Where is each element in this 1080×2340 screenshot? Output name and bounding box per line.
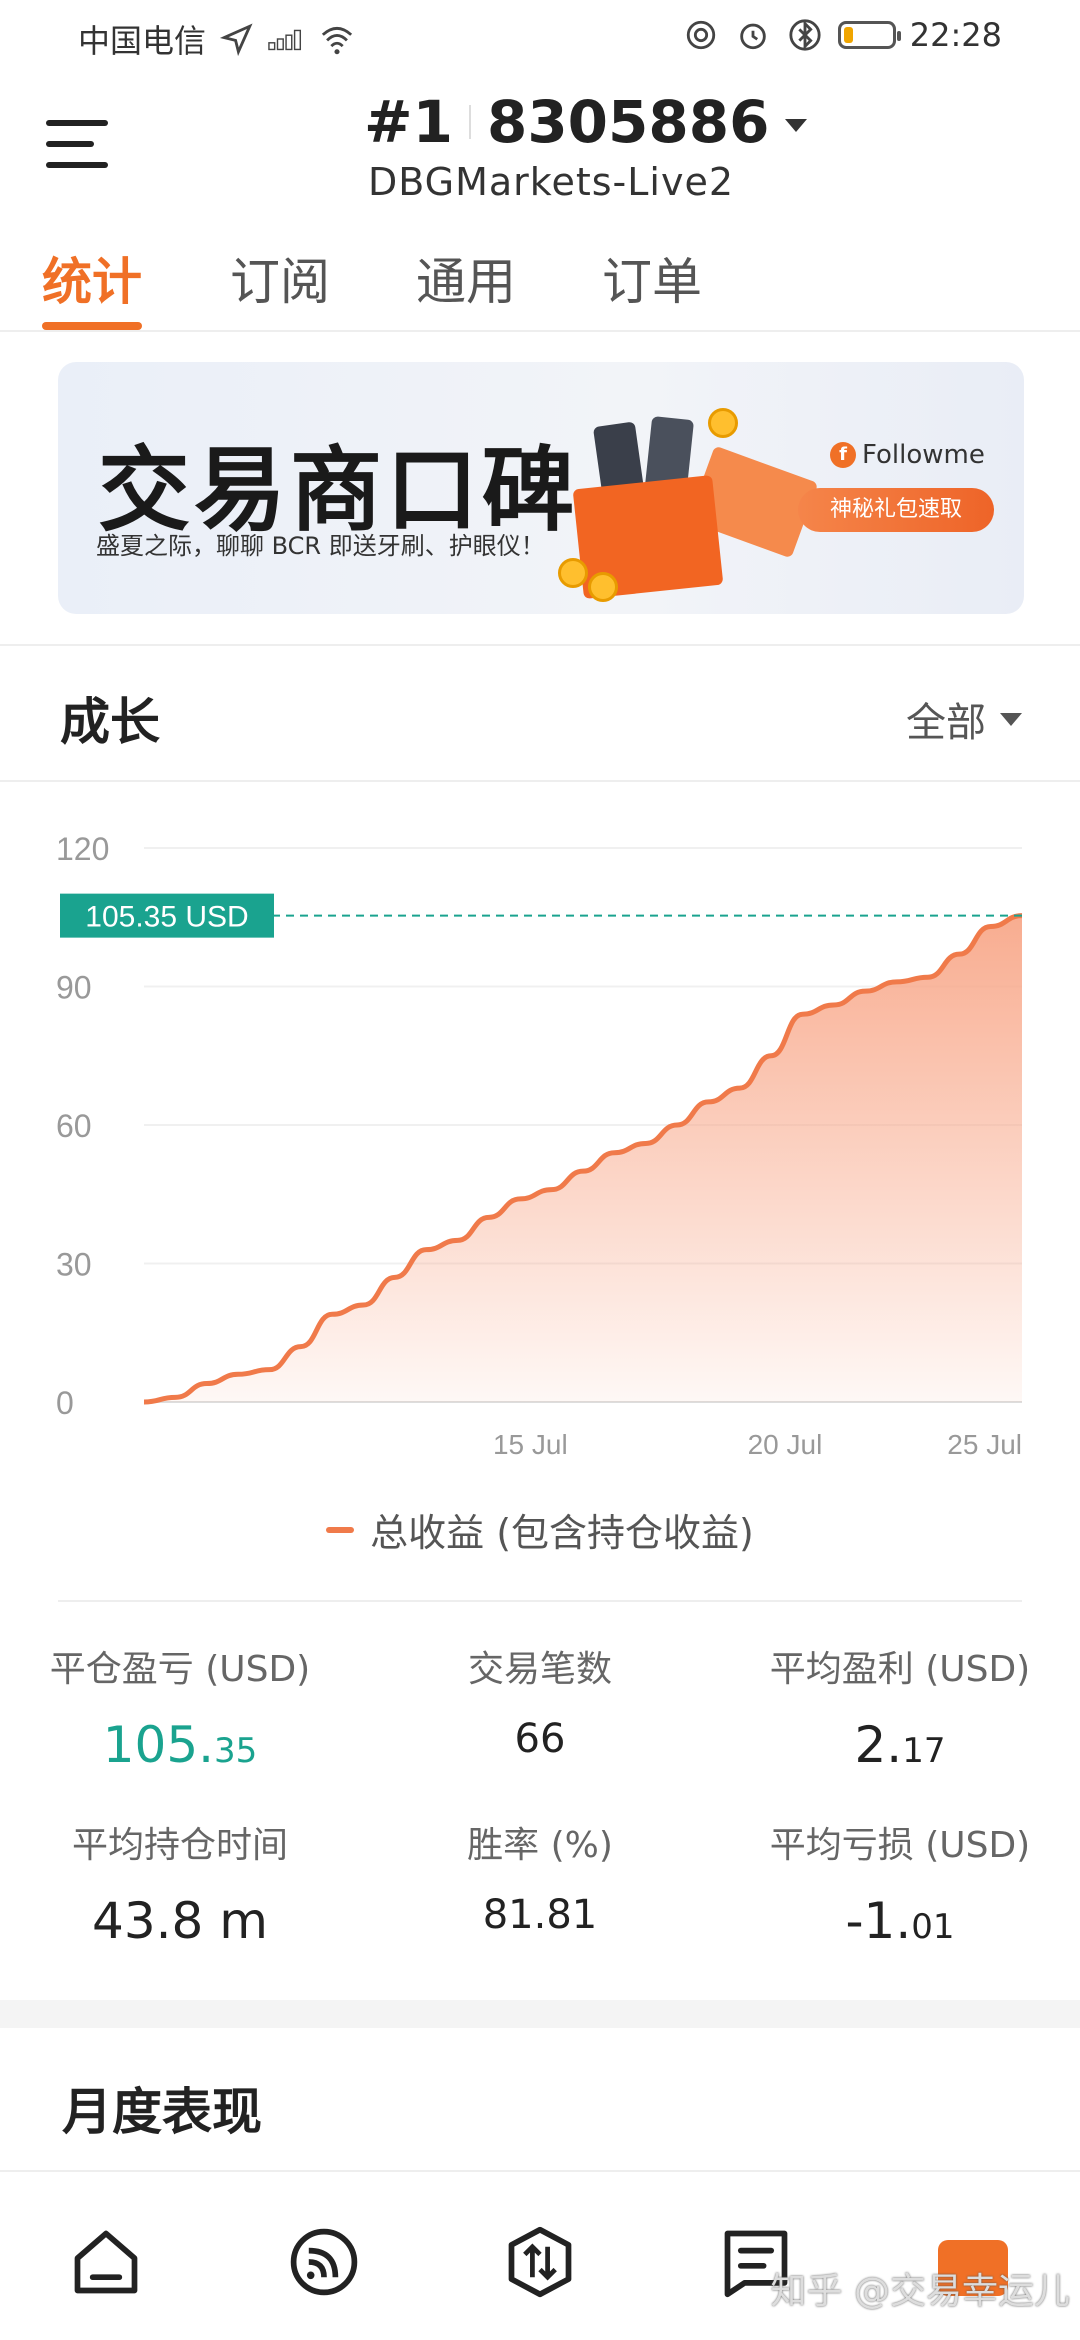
stats-grid: 平仓盈亏 (USD) 105.35 交易笔数 66 平均盈利 (USD) 2.1… — [0, 1640, 1080, 1970]
growth-filter-dropdown[interactable]: 全部 — [906, 690, 1022, 748]
app-header: #1 8305886 DBGMarkets-Live2 — [0, 70, 1080, 220]
alarm-icon — [740, 23, 766, 50]
signal-icon — [268, 29, 302, 51]
stat-value-dec: 17 — [902, 1731, 946, 1771]
stat-value: 43.8 m — [92, 1892, 268, 1950]
x-tick-label: 25 Jul — [947, 1429, 1022, 1460]
bottom-nav — [0, 2170, 1080, 2340]
stat-trades: 交易笔数 66 — [360, 1640, 720, 1762]
stat-avg-hold: 平均持仓时间 43.8 m — [0, 1816, 360, 1950]
wifi-icon — [321, 26, 353, 55]
banner-cta-button[interactable]: 神秘礼包速取 — [798, 488, 994, 532]
promo-banner[interactable]: 交易商口碑 盛夏之际，聊聊 BCR 即送牙刷、护眼仪！ f Followme 神… — [58, 362, 1024, 614]
tab-subscribe[interactable]: 订阅 — [230, 242, 330, 314]
location-icon — [219, 23, 253, 56]
stat-label: 交易笔数 — [467, 1649, 612, 1690]
y-tick-label: 90 — [56, 970, 92, 1006]
watermark-label: 知乎 @交易幸运儿 — [770, 2271, 1070, 2312]
current-value-label: 105.35 USD — [85, 901, 248, 934]
stat-avg-loss: 平均亏损 (USD) -1.01 — [720, 1816, 1080, 1950]
status-left: 中国电信 — [78, 16, 356, 62]
section-divider — [0, 780, 1080, 782]
stat-value: -1.01 — [720, 1892, 1080, 1950]
monthly-title: 月度表现 — [62, 2083, 262, 2141]
stat-label: 胜率 (%) — [467, 1825, 613, 1866]
server-name: DBGMarkets-Live2 — [368, 160, 735, 204]
area-fill — [144, 915, 1022, 1402]
status-right: 22:28 — [682, 16, 1002, 54]
y-tick-label: 60 — [56, 1108, 92, 1144]
eye-comfort-icon — [686, 20, 715, 50]
stat-label: 平均持仓时间 — [71, 1825, 288, 1866]
growth-chart-svg: 120 90 60 30 0 15 Jul 20 Jul 25 Jul 105.35 USD — [56, 831, 1023, 1460]
growth-filter-label: 全部 — [906, 700, 986, 746]
tab-statistics[interactable]: 统计 — [42, 242, 142, 314]
tab-bar: 统计 订阅 通用 订单 — [0, 226, 1080, 332]
section-divider — [58, 1600, 1022, 1602]
legend-swatch — [326, 1526, 355, 1533]
stat-value-int: 2. — [854, 1716, 903, 1774]
coin-image — [558, 558, 588, 588]
account-separator — [468, 105, 471, 139]
stat-label: 平均亏损 (USD) — [769, 1825, 1031, 1866]
chart-legend: 总收益 (包含持仓收益) — [0, 1502, 1080, 1557]
bluetooth-icon — [789, 19, 821, 51]
growth-chart: 120 90 60 30 0 15 Jul 20 Jul 25 Jul 105.35 USD — [0, 800, 1080, 1500]
tab-active-indicator — [42, 322, 142, 330]
account-selector[interactable]: #1 8305886 — [364, 88, 808, 156]
coin-image — [708, 408, 738, 438]
stat-winrate: 胜率 (%) 81.81 — [360, 1816, 720, 1938]
followme-label: Followme — [862, 440, 985, 470]
chevron-down-icon — [785, 118, 808, 132]
account-number: 8305886 — [486, 88, 770, 156]
status-bar: 中国电信 22:28 — [0, 0, 1080, 70]
tab-orders[interactable]: 订单 — [602, 242, 702, 314]
stat-value: 2.17 — [720, 1716, 1080, 1774]
stat-value-int: 105. — [102, 1716, 215, 1774]
growth-title: 成长 — [60, 693, 160, 751]
x-tick-label: 20 Jul — [748, 1429, 823, 1460]
section-separator — [0, 2000, 1080, 2028]
stat-value-int: -1. — [845, 1892, 912, 1950]
banner-subtitle: 盛夏之际，聊聊 BCR 即送牙刷、护眼仪！ — [96, 532, 545, 560]
stat-label: 平均盈利 (USD) — [769, 1649, 1031, 1690]
y-tick-label: 120 — [56, 831, 109, 867]
x-tick-label: 15 Jul — [493, 1429, 568, 1460]
clock: 22:28 — [909, 16, 1002, 54]
tab-general[interactable]: 通用 — [416, 242, 516, 314]
y-tick-label: 30 — [56, 1247, 92, 1283]
home-icon[interactable] — [68, 2224, 144, 2300]
carrier-label: 中国电信 — [78, 22, 207, 60]
section-divider — [0, 644, 1080, 646]
stat-avg-profit: 平均盈利 (USD) 2.17 — [720, 1640, 1080, 1774]
trade-icon[interactable] — [502, 2224, 578, 2300]
menu-icon[interactable] — [46, 114, 112, 174]
stat-value: 81.81 — [482, 1892, 598, 1938]
legend-label: 总收益 (包含持仓收益) — [370, 1511, 754, 1555]
stat-closed-pl: 平仓盈亏 (USD) 105.35 — [0, 1640, 360, 1774]
stat-value: 66 — [514, 1716, 566, 1762]
stat-label: 平仓盈亏 (USD) — [49, 1649, 311, 1690]
chevron-down-icon — [1000, 712, 1022, 726]
feed-icon[interactable] — [286, 2224, 362, 2300]
stat-value-dec: 35 — [214, 1731, 258, 1771]
followme-logo-icon: f — [830, 442, 856, 468]
followme-brand: f Followme — [830, 440, 985, 470]
battery-icon — [837, 21, 901, 49]
account-rank: #1 — [364, 88, 453, 156]
stat-value: 105.35 — [0, 1716, 360, 1774]
stat-value-dec: 01 — [911, 1907, 955, 1947]
y-tick-label: 0 — [56, 1385, 74, 1421]
coin-image — [588, 572, 618, 602]
